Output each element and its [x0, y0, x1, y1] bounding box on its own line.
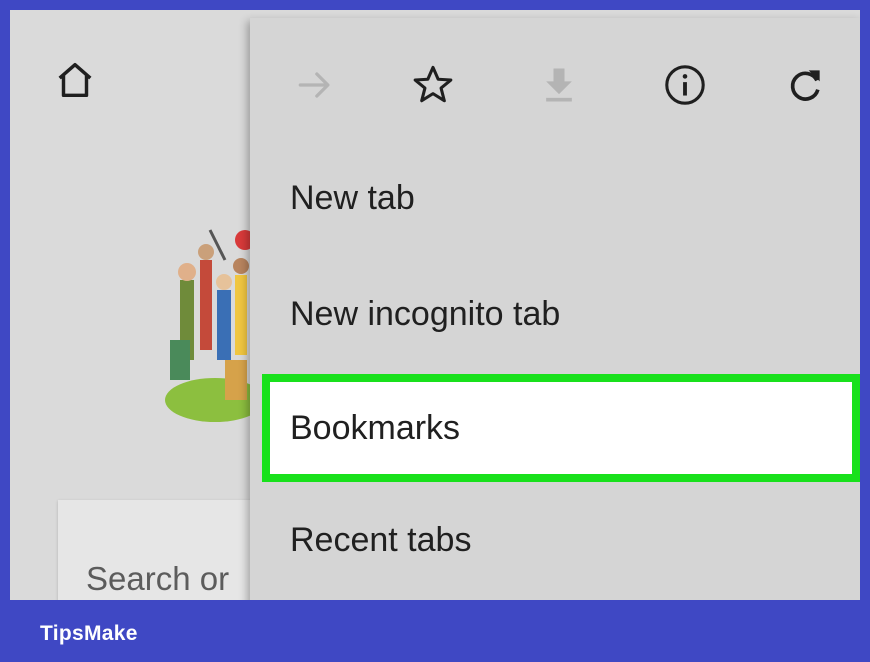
page-info-button[interactable]: [660, 60, 710, 110]
search-placeholder: Search or: [86, 560, 230, 597]
bookmark-star-button[interactable]: [408, 60, 458, 110]
download-icon: [546, 68, 572, 102]
refresh-button[interactable]: [780, 60, 830, 110]
menu-item-label: New incognito tab: [290, 294, 561, 333]
home-icon: [58, 62, 92, 98]
menu-item-new-incognito-tab[interactable]: New incognito tab: [250, 266, 860, 362]
forward-button[interactable]: [290, 60, 340, 110]
browser-screen: Search or TipsMake.com: [10, 10, 860, 600]
menu-item-label: Bookmarks: [290, 408, 461, 447]
menu-item-label: Recent tabs: [290, 520, 472, 559]
forward-arrow-icon: [298, 72, 330, 98]
footer-bar: TipsMake: [0, 600, 870, 662]
overflow-menu: New tab New incognito tab Bookmarks Rece…: [250, 18, 860, 600]
star-icon: [413, 65, 453, 103]
menu-item-recent-tabs[interactable]: Recent tabs: [250, 492, 860, 588]
refresh-icon: [790, 70, 820, 101]
menu-item-bookmarks[interactable]: Bookmarks: [262, 374, 860, 482]
doodle-illustration: [165, 229, 265, 422]
download-button[interactable]: [534, 60, 584, 110]
menu-item-new-tab[interactable]: New tab: [250, 150, 860, 246]
brand-label: TipsMake: [40, 622, 138, 645]
home-button[interactable]: [50, 55, 100, 105]
menu-item-label: New tab: [290, 178, 415, 217]
info-icon: [665, 65, 705, 105]
